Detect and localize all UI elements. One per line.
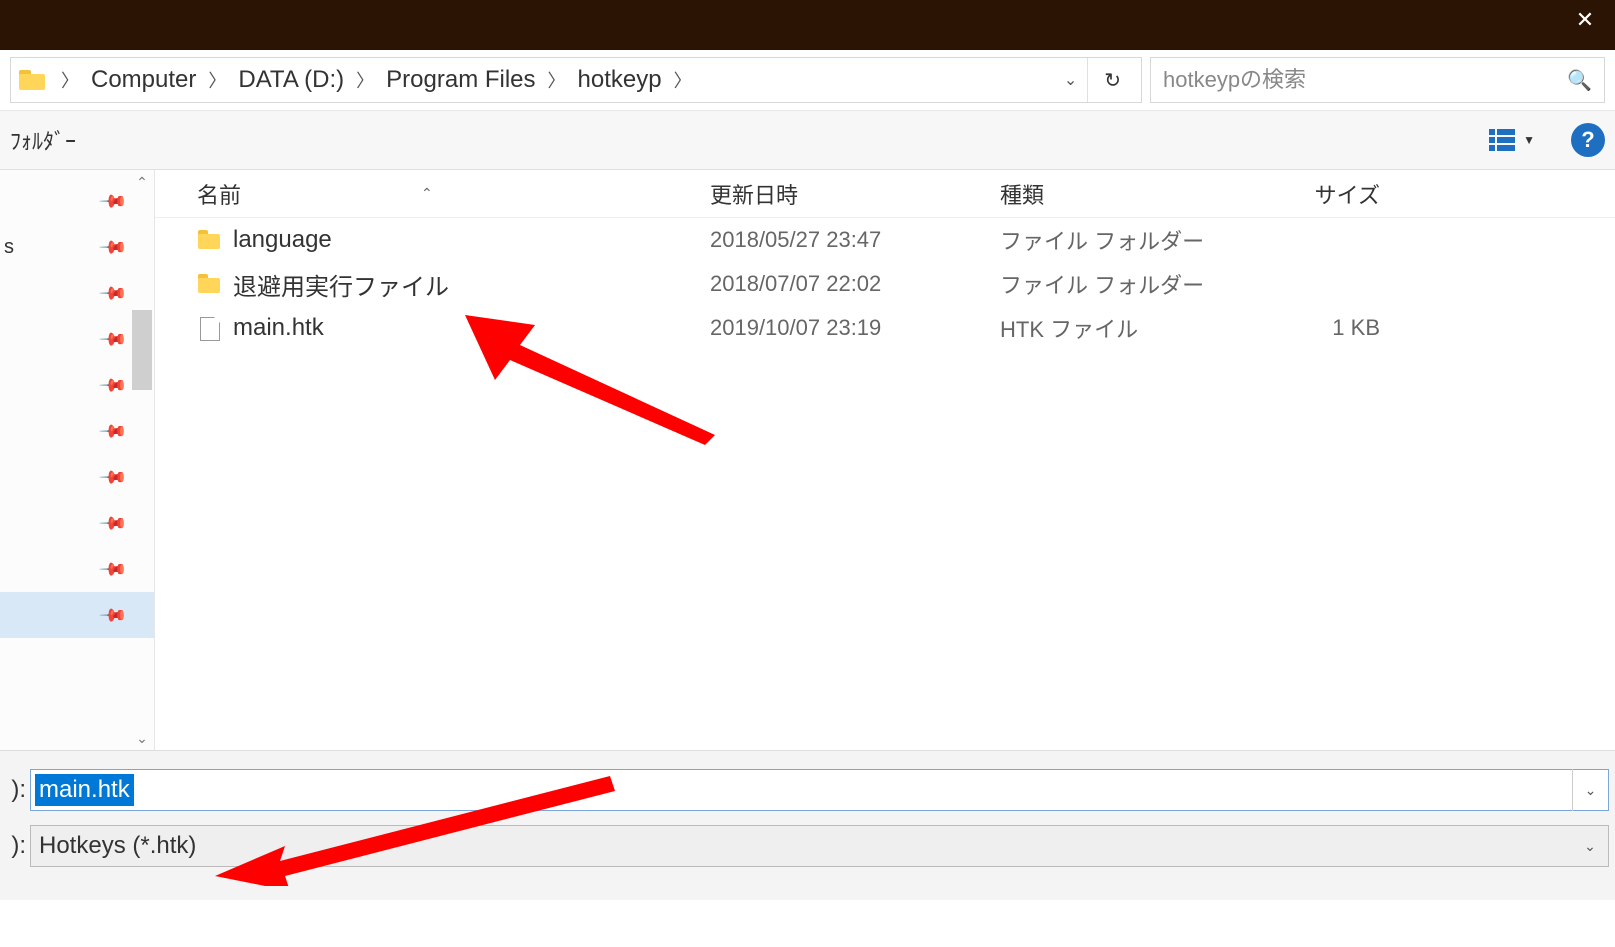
sidebar-pin[interactable]: 📌: [0, 500, 154, 546]
toolbar-left-label: ﾌｫﾙﾀﾞｰ: [10, 124, 76, 156]
close-button[interactable]: ✕: [1555, 0, 1615, 40]
chevron-right-icon: 〉: [542, 67, 572, 93]
sidebar-pin[interactable]: 📌: [0, 408, 154, 454]
search-icon: 🔍: [1567, 68, 1592, 93]
file-name: main.htk: [233, 314, 324, 342]
sidebar-pin[interactable]: 📌: [0, 178, 154, 224]
help-icon: ?: [1581, 127, 1594, 153]
column-type[interactable]: 種類: [1000, 178, 1240, 210]
refresh-button[interactable]: ↻: [1087, 58, 1137, 102]
file-name: 退避用実行ファイル: [233, 267, 449, 302]
address-history-dropdown[interactable]: ⌄: [1054, 70, 1087, 90]
pin-icon: 📌: [97, 324, 128, 355]
column-date[interactable]: 更新日時: [710, 178, 1000, 210]
filetype-value: Hotkeys (*.htk): [39, 832, 196, 860]
filename-combobox[interactable]: main.htk ⌄: [30, 769, 1609, 811]
scrollbar-thumb[interactable]: [132, 310, 152, 390]
file-size: 1 KB: [1240, 315, 1400, 341]
file-row[interactable]: language 2018/05/27 23:47ファイル フォルダー: [155, 218, 1615, 262]
filetype-row: ): Hotkeys (*.htk) ⌄: [0, 825, 1615, 867]
pin-icon: 📌: [97, 508, 128, 539]
sidebar-pin[interactable]: 📌: [0, 362, 154, 408]
pin-icon: 📌: [97, 462, 128, 493]
filename-value: main.htk: [35, 774, 134, 806]
folder-icon: [197, 271, 223, 297]
sidebar-pin[interactable]: 📌: [0, 454, 154, 500]
view-mode-button[interactable]: ▼: [1481, 125, 1543, 155]
pin-icon: 📌: [97, 370, 128, 401]
file-row[interactable]: 退避用実行ファイル 2018/07/07 22:02ファイル フォルダー: [155, 262, 1615, 306]
file-name: language: [233, 226, 332, 254]
pin-icon: 📌: [97, 278, 128, 309]
sidebar: ⌃ 📌s📌📌📌📌📌📌📌📌📌 ⌄: [0, 170, 155, 750]
chevron-right-icon: 〉: [350, 67, 380, 93]
chevron-right-icon: 〉: [668, 67, 698, 93]
title-bar: ✕: [0, 0, 1615, 50]
chevron-down-icon: ▼: [1523, 133, 1535, 147]
search-box[interactable]: 🔍: [1150, 57, 1605, 103]
filename-label: ):: [4, 776, 30, 804]
help-button[interactable]: ?: [1571, 123, 1605, 157]
file-type: ファイル フォルダー: [1000, 224, 1240, 256]
sidebar-pin[interactable]: 📌: [0, 546, 154, 592]
file-row[interactable]: main.htk 2019/10/07 23:19HTK ファイル1 KB: [155, 306, 1615, 350]
sidebar-pin-label: s: [0, 236, 102, 259]
pin-icon: 📌: [97, 416, 128, 447]
chevron-right-icon: 〉: [202, 67, 232, 93]
details-view-icon: [1489, 129, 1515, 151]
column-name-label: 名前: [197, 178, 241, 210]
pin-icon: 📌: [97, 186, 128, 217]
column-name[interactable]: 名前 ⌃: [155, 178, 710, 210]
pin-icon: 📌: [97, 600, 128, 631]
sidebar-pin[interactable]: 📌: [0, 270, 154, 316]
breadcrumb-drive[interactable]: DATA (D:): [232, 66, 350, 94]
folder-icon: [197, 227, 223, 253]
filename-row: ): main.htk ⌄: [0, 769, 1615, 811]
file-date: 2018/07/07 22:02: [710, 271, 1000, 297]
column-size[interactable]: サイズ: [1240, 178, 1400, 210]
search-input[interactable]: [1163, 67, 1567, 93]
sort-indicator-icon: ⌃: [421, 185, 433, 202]
pin-icon: 📌: [97, 554, 128, 585]
filetype-dropdown[interactable]: ⌄: [1572, 826, 1608, 866]
file-type: ファイル フォルダー: [1000, 268, 1240, 300]
save-panel: ): main.htk ⌄ ): Hotkeys (*.htk) ⌄: [0, 750, 1615, 900]
close-icon: ✕: [1576, 7, 1594, 33]
file-type: HTK ファイル: [1000, 312, 1240, 344]
sidebar-pin[interactable]: 📌: [0, 592, 154, 638]
breadcrumb-hotkeyp[interactable]: hotkeyp: [572, 66, 668, 94]
file-icon: [197, 315, 223, 341]
chevron-right-icon: 〉: [55, 67, 85, 93]
filetype-combobox[interactable]: Hotkeys (*.htk) ⌄: [30, 825, 1609, 867]
breadcrumb-program-files[interactable]: Program Files: [380, 66, 541, 94]
file-pane: 名前 ⌃ 更新日時 種類 サイズ language 2018/05/27 23:4…: [155, 170, 1615, 750]
file-date: 2018/05/27 23:47: [710, 227, 1000, 253]
main-area: ⌃ 📌s📌📌📌📌📌📌📌📌📌 ⌄ 名前 ⌃ 更新日時 種類 サイズ languag…: [0, 170, 1615, 750]
filename-dropdown[interactable]: ⌄: [1572, 769, 1608, 811]
tool-strip: ﾌｫﾙﾀﾞｰ ▼ ?: [0, 110, 1615, 170]
filetype-label: ):: [4, 832, 30, 860]
sidebar-pin[interactable]: 📌: [0, 316, 154, 362]
nav-bar: 〉 Computer 〉 DATA (D:) 〉 Program Files 〉…: [0, 50, 1615, 110]
address-bar[interactable]: 〉 Computer 〉 DATA (D:) 〉 Program Files 〉…: [10, 57, 1142, 103]
file-date: 2019/10/07 23:19: [710, 315, 1000, 341]
scroll-down-button[interactable]: ⌄: [132, 728, 152, 748]
pin-icon: 📌: [97, 232, 128, 263]
sidebar-pin[interactable]: s📌: [0, 224, 154, 270]
column-headers: 名前 ⌃ 更新日時 種類 サイズ: [155, 170, 1615, 218]
breadcrumb-computer[interactable]: Computer: [85, 66, 202, 94]
scroll-up-button[interactable]: ⌃: [132, 172, 152, 192]
folder-icon: [17, 64, 49, 96]
